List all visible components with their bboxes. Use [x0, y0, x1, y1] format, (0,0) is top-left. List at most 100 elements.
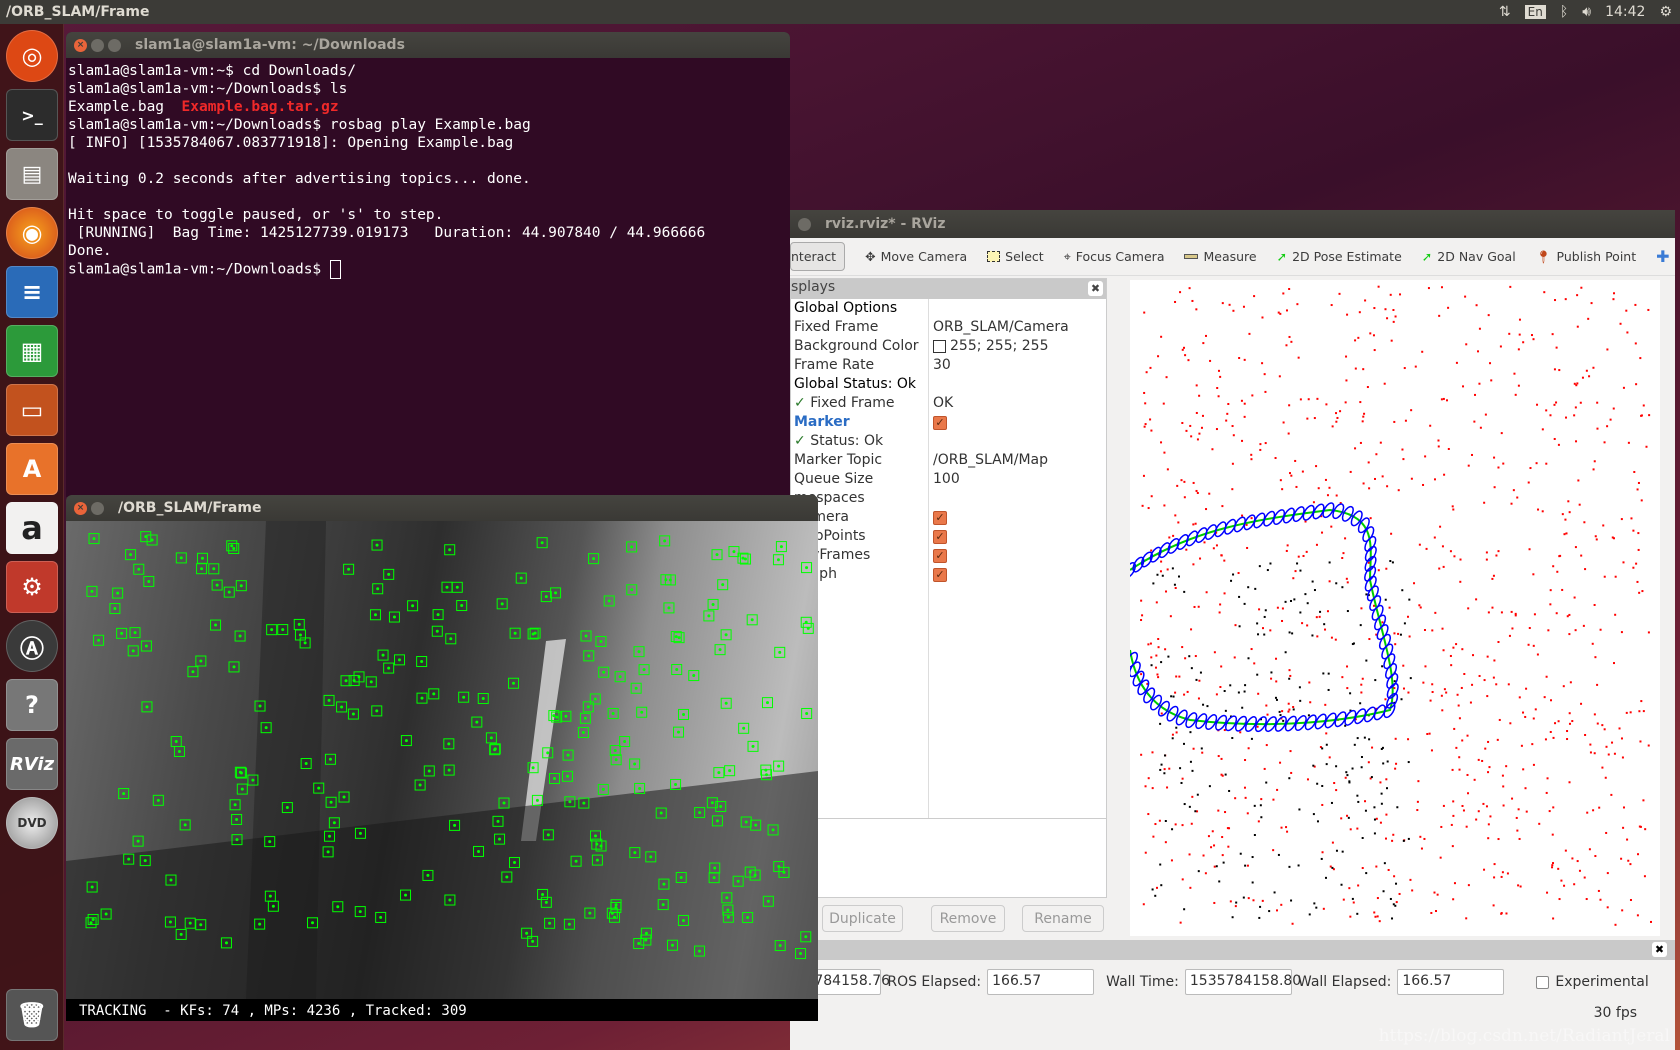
rviz-titlebar[interactable]: rviz.rviz* - RViz	[790, 210, 1675, 238]
close-panel-button[interactable]: ✖	[1088, 281, 1103, 296]
rename-button[interactable]: Rename	[1022, 905, 1104, 932]
duplicate-button[interactable]: Duplicate	[822, 905, 903, 932]
terminal-titlebar[interactable]: × slam1a@slam1a-vm: ~/Downloads	[66, 32, 790, 58]
publish-point-tool[interactable]: 📍︎ Publish Point	[1536, 249, 1636, 265]
enabled-checkbox[interactable]: ✓	[933, 510, 947, 525]
property-row[interactable]: ✓ Fixed Frame OK	[791, 394, 1106, 413]
color-swatch[interactable]	[933, 340, 946, 353]
property-value[interactable]: ✓	[929, 527, 951, 546]
close-time-panel-button[interactable]: ✖	[1652, 942, 1667, 957]
map-point	[1645, 445, 1648, 448]
property-row[interactable]: Graph✓	[791, 565, 1106, 584]
property-row[interactable]: Global Options	[791, 299, 1106, 318]
volume-icon[interactable]: 🔊︎	[1582, 4, 1591, 20]
property-value[interactable]: OK	[929, 394, 953, 413]
property-value[interactable]: ORB_SLAM/Camera	[929, 318, 1069, 337]
network-icon[interactable]: ⇅	[1499, 4, 1511, 20]
calc-icon[interactable]: ▦	[6, 325, 58, 377]
2d-pose-estimate-tool[interactable]: ➚ 2D Pose Estimate	[1277, 249, 1402, 264]
rviz-icon[interactable]: RViz	[6, 738, 58, 790]
property-value[interactable]	[929, 299, 933, 318]
property-value[interactable]: ✓	[929, 565, 951, 584]
help-icon[interactable]: ?	[6, 679, 58, 731]
property-row[interactable]: Marker Topic/ORB_SLAM/Map	[791, 451, 1106, 470]
bluetooth-icon[interactable]: ᛒ	[1560, 4, 1568, 20]
experimental-checkbox[interactable]	[1536, 975, 1550, 989]
minimize-button[interactable]	[91, 501, 104, 515]
clock[interactable]: 14:42	[1605, 4, 1645, 20]
minimize-button[interactable]	[91, 38, 104, 52]
move-camera-tool[interactable]: ✥ Move Camera	[865, 249, 967, 264]
property-value[interactable]	[929, 432, 933, 451]
measure-tool[interactable]: Measure	[1184, 249, 1257, 264]
enabled-checkbox[interactable]: ✓	[933, 548, 947, 563]
property-row[interactable]: Marker ✓	[791, 413, 1106, 432]
property-value[interactable]: ✓	[929, 546, 951, 565]
property-row[interactable]: Background Color 255; 255; 255	[791, 337, 1106, 356]
remove-button[interactable]: Remove	[931, 905, 1005, 932]
property-row[interactable]: KeyFrames ✓	[791, 546, 1106, 565]
property-row[interactable]: Camera ✓	[791, 508, 1106, 527]
ros-time-field[interactable]: 784158.76	[809, 969, 890, 995]
3d-render-view[interactable]	[1130, 280, 1660, 936]
select-tool[interactable]: Select	[987, 249, 1044, 264]
enabled-checkbox[interactable]: ✓	[933, 567, 947, 582]
writer-icon[interactable]: ≡	[6, 266, 58, 318]
power-gear-icon[interactable]: ⚙	[1659, 4, 1672, 20]
trash-icon[interactable]: 🗑︎	[6, 989, 58, 1041]
rviz-window[interactable]: rviz.rviz* - RViz nteract ✥ Move Camera S…	[790, 210, 1675, 1050]
map-point	[1349, 915, 1352, 918]
enabled-checkbox[interactable]: ✓	[933, 529, 947, 544]
files-icon[interactable]: ▤	[6, 148, 58, 200]
impress-icon[interactable]: ▭	[6, 384, 58, 436]
property-row[interactable]: Global Status: Ok	[791, 375, 1106, 394]
property-row[interactable]: ✓ Status: Ok	[791, 432, 1106, 451]
map-point	[1583, 876, 1586, 879]
enabled-checkbox[interactable]: ✓	[933, 415, 947, 430]
add-tool-button[interactable]: ✚	[1656, 247, 1669, 266]
ros-elapsed-field[interactable]: 166.57	[987, 969, 1095, 995]
keyboard-layout-indicator[interactable]: En	[1524, 5, 1546, 19]
wall-elapsed-field[interactable]: 166.57	[1397, 969, 1505, 995]
property-value[interactable]: ✓	[929, 413, 951, 432]
dvd-icon[interactable]: DVD	[6, 797, 58, 849]
interact-tool[interactable]: nteract	[790, 242, 846, 271]
wall-time-field[interactable]: 1535784158.80	[1184, 969, 1301, 995]
property-value[interactable]	[929, 375, 933, 394]
ubuntu-dash-icon[interactable]: ◎	[6, 30, 58, 82]
system-settings-icon[interactable]: ⚙	[6, 561, 58, 613]
amazon-icon[interactable]: a	[6, 502, 58, 554]
property-row[interactable]: Frame Rate 30	[791, 356, 1106, 375]
property-value[interactable]: 100	[929, 470, 960, 489]
feature-point	[136, 839, 140, 843]
property-row[interactable]: Fixed Frame ORB_SLAM/Camera	[791, 318, 1106, 337]
map-point	[1449, 654, 1452, 657]
software-center-icon[interactable]: A	[6, 443, 58, 495]
focus-camera-tool[interactable]: ⌖ Focus Camera	[1064, 249, 1165, 265]
close-button[interactable]: ×	[74, 38, 87, 52]
2d-nav-goal-tool[interactable]: ➚ 2D Nav Goal	[1422, 249, 1516, 264]
map-point	[1177, 521, 1180, 524]
property-value[interactable]: 30	[929, 356, 951, 375]
property-value[interactable]: /ORB_SLAM/Map	[929, 451, 1048, 470]
window-menu-button[interactable]	[798, 217, 811, 231]
property-row[interactable]: mespaces	[791, 489, 1106, 508]
firefox-icon[interactable]: ◉	[6, 207, 58, 259]
orb-slam-frame-window[interactable]: × /ORB_SLAM/Frame TRACKING - KFs: 74 , M…	[66, 495, 818, 1021]
software-updater-icon[interactable]: Ⓐ	[6, 620, 58, 672]
frame-titlebar[interactable]: × /ORB_SLAM/Frame	[66, 495, 818, 521]
property-value[interactable]	[929, 489, 933, 508]
terminal-output[interactable]: slam1a@slam1a-vm:~$ cd Downloads/slam1a@…	[66, 58, 790, 283]
property-row[interactable]: Queue Size 100	[791, 470, 1106, 489]
close-button[interactable]: ×	[74, 501, 87, 515]
property-row[interactable]: MapPoints ✓	[791, 527, 1106, 546]
property-value[interactable]: 255; 255; 255	[929, 337, 1049, 356]
map-point	[1634, 303, 1637, 306]
maximize-button[interactable]	[108, 38, 121, 52]
property-value[interactable]: ✓	[929, 508, 951, 527]
property-tree[interactable]: Global Options Fixed Frame ORB_SLAM/Camera…	[791, 299, 1106, 584]
map-point	[1475, 598, 1478, 601]
column-divider[interactable]	[928, 299, 929, 821]
terminal-icon[interactable]: >_	[6, 89, 58, 141]
terminal-window[interactable]: × slam1a@slam1a-vm: ~/Downloads slam1a@s…	[66, 32, 790, 497]
